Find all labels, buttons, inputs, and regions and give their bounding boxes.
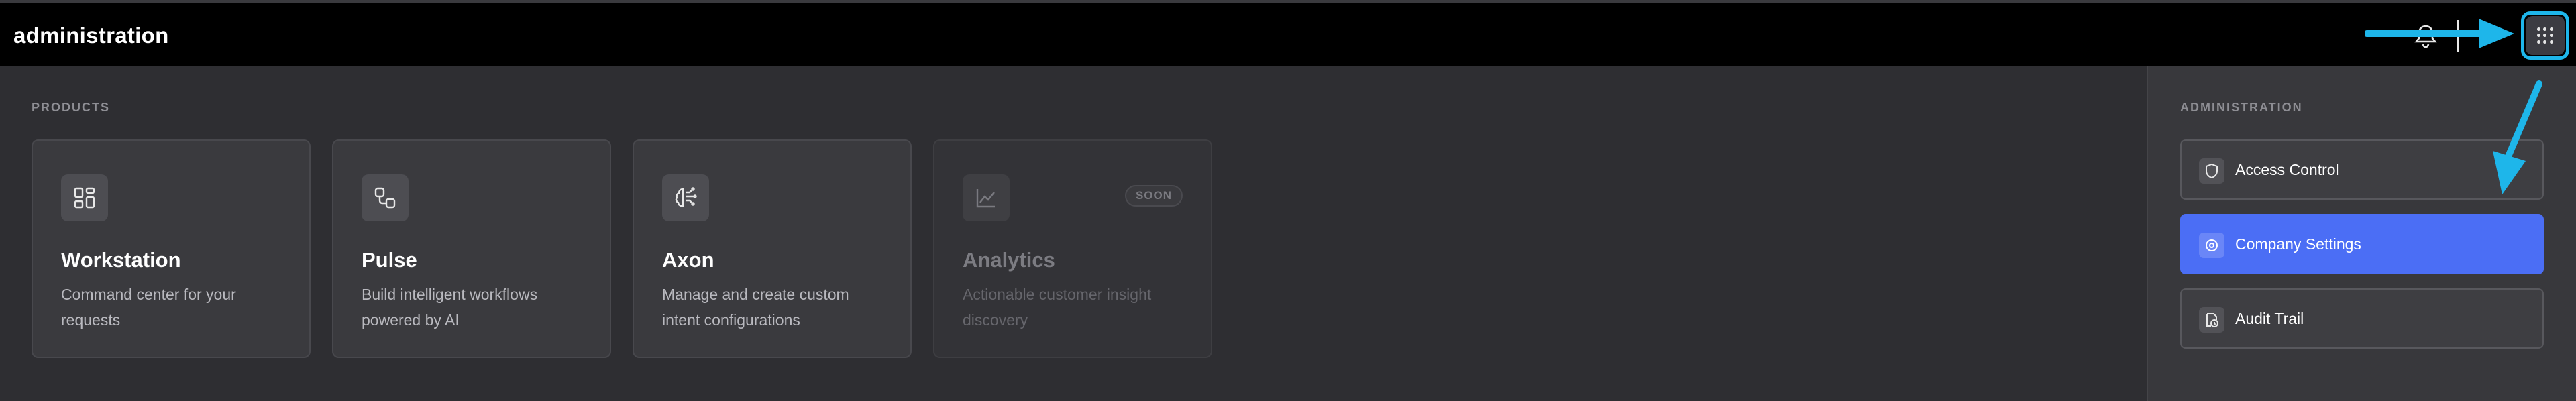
top-bar: administration xyxy=(0,0,2576,66)
soon-badge: SOON xyxy=(1124,185,1183,207)
administration-section-label: ADMINISTRATION xyxy=(2180,101,2303,114)
app-title: administration xyxy=(13,23,169,48)
admin-item-audit-trail[interactable]: Audit Trail xyxy=(2180,288,2544,349)
product-description: Build intelligent workflows powered by A… xyxy=(362,286,538,329)
admin-item-label: Access Control xyxy=(2235,161,2339,178)
product-card-axon[interactable]: Axon Manage and create custom intent con… xyxy=(633,139,912,358)
grid-icon xyxy=(2536,26,2555,45)
product-name: Analytics xyxy=(963,248,1055,272)
admin-item-access-control[interactable]: Access Control xyxy=(2180,139,2544,200)
bell-icon[interactable] xyxy=(2414,23,2438,50)
product-card-analytics: SOON Analytics Actionable customer insig… xyxy=(933,139,1212,358)
settings-icon xyxy=(2199,233,2224,258)
header-divider xyxy=(2457,20,2459,52)
administration-panel: ADMINISTRATION Access Control Company Se… xyxy=(2147,66,2576,401)
admin-item-label: Audit Trail xyxy=(2235,310,2304,327)
product-name: Axon xyxy=(662,248,714,272)
product-name: Workstation xyxy=(61,248,181,272)
history-icon xyxy=(2199,307,2224,333)
brain-icon xyxy=(662,174,709,221)
product-description: Actionable customer insight discovery xyxy=(963,286,1152,329)
chart-icon xyxy=(963,174,1010,221)
admin-item-company-settings[interactable]: Company Settings xyxy=(2180,214,2544,274)
workflow-icon xyxy=(362,174,409,221)
product-card-workstation[interactable]: Workstation Command center for your requ… xyxy=(32,139,311,358)
product-card-pulse[interactable]: Pulse Build intelligent workflows powere… xyxy=(332,139,611,358)
apps-grid-button[interactable] xyxy=(2521,11,2569,60)
product-description: Manage and create custom intent configur… xyxy=(662,286,849,329)
shield-icon xyxy=(2199,158,2224,184)
admin-item-label: Company Settings xyxy=(2235,235,2361,253)
product-name: Pulse xyxy=(362,248,417,272)
product-description: Command center for your requests xyxy=(61,286,236,329)
dashboard-icon xyxy=(61,174,108,221)
products-section-label: PRODUCTS xyxy=(32,101,111,114)
